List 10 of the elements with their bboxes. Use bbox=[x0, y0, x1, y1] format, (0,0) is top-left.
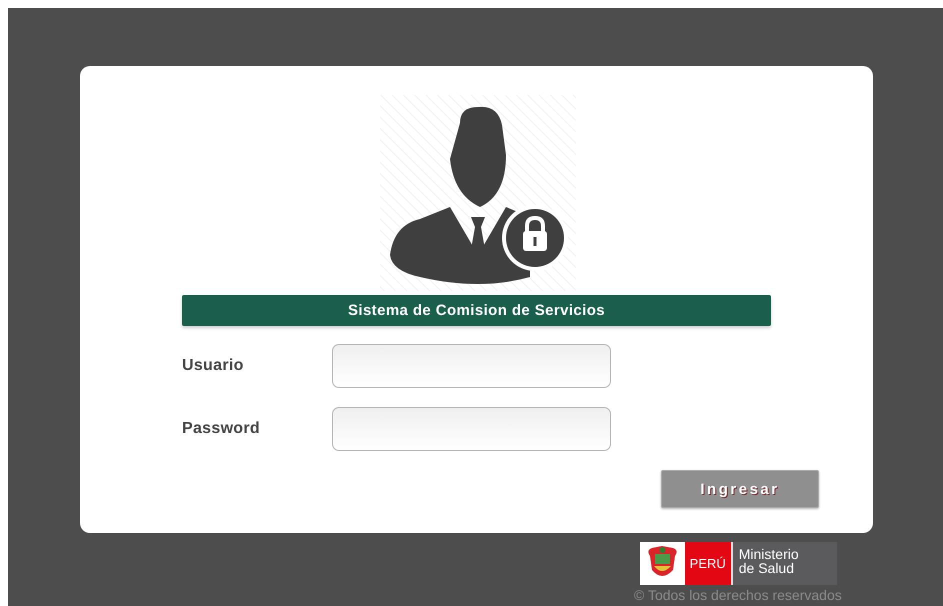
country-label: PERÚ bbox=[684, 542, 733, 585]
input-field[interactable] bbox=[332, 407, 611, 451]
ministry-name: Ministerio de Salud bbox=[738, 545, 799, 578]
field-label: Password bbox=[182, 420, 261, 438]
crest-icon bbox=[640, 542, 685, 585]
field-label: Usuario bbox=[182, 357, 245, 375]
login-button[interactable]: Ingresar bbox=[661, 470, 819, 508]
copyright-text: © Todos los derechos reservados bbox=[634, 587, 842, 603]
system-title: Sistema de Comision de Servicios bbox=[182, 295, 771, 326]
input-field[interactable] bbox=[332, 344, 611, 388]
